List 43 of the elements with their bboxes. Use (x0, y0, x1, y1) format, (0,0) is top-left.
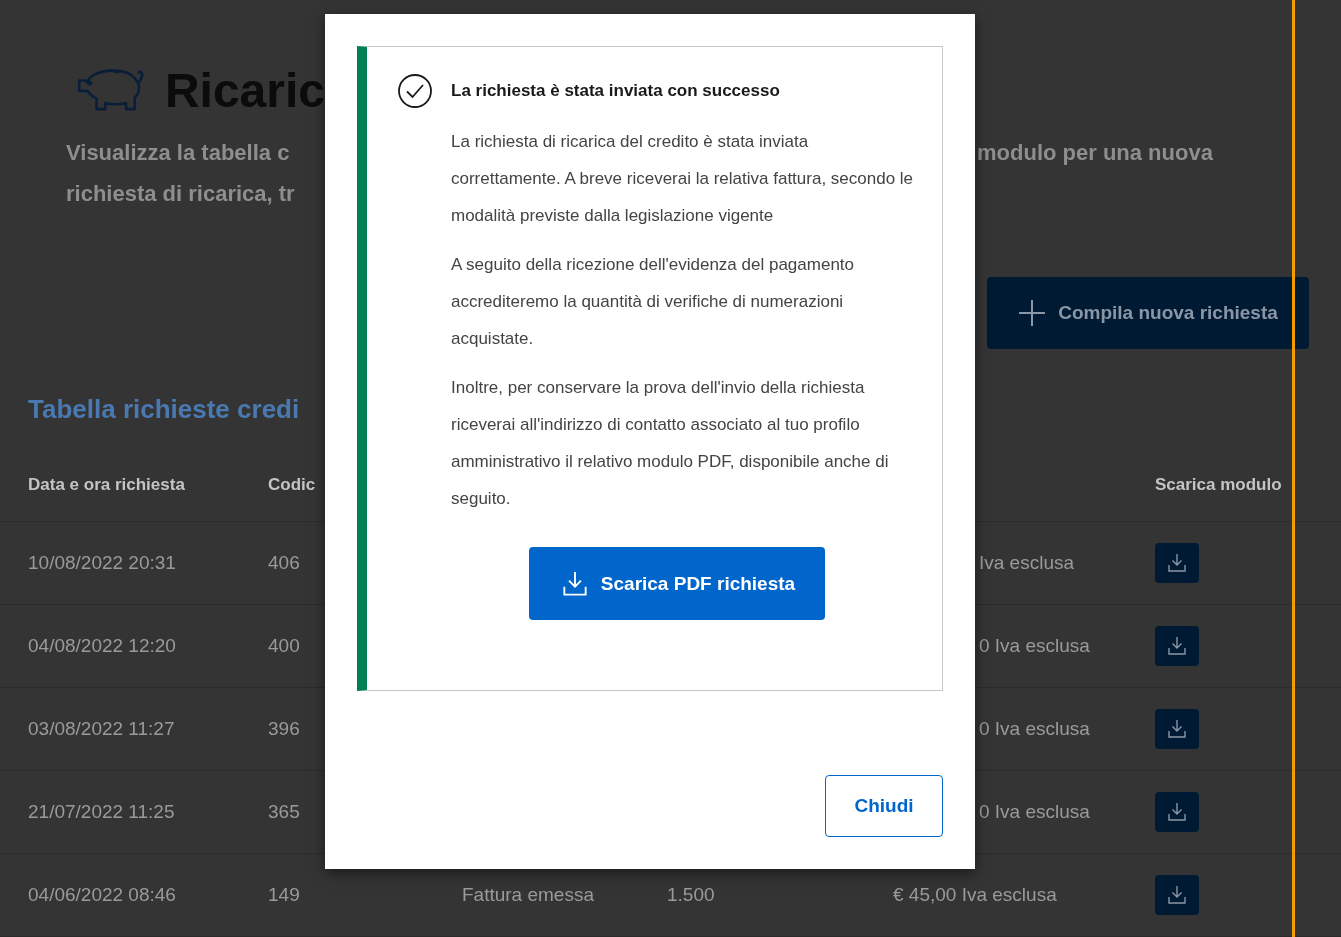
table-title: Tabella richieste credi (27, 394, 301, 425)
check-circle-icon (397, 73, 433, 109)
table-cell: 04/06/2022 08:46 (28, 884, 176, 905)
page-description: Visualizza la tabella c (65, 139, 291, 167)
page-description: richiesta di ricarica, tr (65, 180, 296, 208)
download-icon (1165, 634, 1189, 658)
new-request-button[interactable]: Compila nuova richiesta (987, 277, 1309, 349)
table-cell: 400 (268, 635, 300, 656)
table-cell: € 45,00 Iva esclusa (893, 884, 1057, 905)
download-button[interactable] (1155, 543, 1199, 583)
table-cell: 03/08/2022 11:27 (28, 718, 175, 739)
table-cell: 0 Iva esclusa (979, 635, 1090, 656)
download-pdf-button[interactable]: Scarica PDF richiesta (529, 547, 825, 620)
message-paragraph: Inoltre, per conservare la prova dell'invio della richiesta riceverai all'indirizzo di contatto associato al tuo profilo amministrativo il relativo modulo PDF, disponibile anche di seguito. (451, 377, 890, 510)
dialog-title: La richiesta è stata inviata con successo (451, 81, 780, 101)
page-description: modulo per una nuova (977, 139, 1214, 167)
table-cell: 396 (268, 718, 300, 739)
plus-icon (1018, 299, 1047, 327)
table-cell: Fattura emessa (462, 884, 594, 905)
table-cell: 21/07/2022 11:25 (28, 801, 175, 822)
table-cell: Iva esclusa (979, 552, 1075, 573)
download-button[interactable] (1155, 792, 1199, 832)
column-header: Scarica modulo (1155, 475, 1282, 494)
download-icon (1165, 551, 1189, 575)
download-button[interactable] (1155, 626, 1199, 666)
table-cell: 0 Iva esclusa (979, 718, 1090, 739)
download-button[interactable] (1155, 875, 1199, 915)
message-paragraph: A seguito della ricezione dell'evidenza del pagamento accrediteremo la quantità di verifiche di numerazioni acquistate. (451, 254, 856, 350)
download-icon (1165, 800, 1189, 824)
download-icon (1165, 883, 1189, 907)
table-cell: 1.500 (667, 884, 715, 905)
table-cell: 10/08/2022 20:31 (28, 552, 176, 573)
column-header: Data e ora richiesta (28, 475, 185, 494)
download-icon (1165, 717, 1189, 741)
column-header: Codic (268, 475, 316, 494)
table-cell: 406 (268, 552, 300, 573)
table-cell: 0 Iva esclusa (979, 801, 1090, 822)
close-button[interactable]: Chiudi (825, 775, 943, 837)
message-paragraph: La richiesta di ricarica del credito è stata inviata correttamente. A breve riceverai la relativa fattura, secondo le modalità previste dalla legislazione vigente (451, 131, 915, 227)
table-cell: 04/08/2022 12:20 (28, 635, 176, 656)
table-cell: 149 (268, 884, 300, 905)
table-cell: 365 (268, 801, 300, 822)
download-button[interactable] (1155, 709, 1199, 749)
